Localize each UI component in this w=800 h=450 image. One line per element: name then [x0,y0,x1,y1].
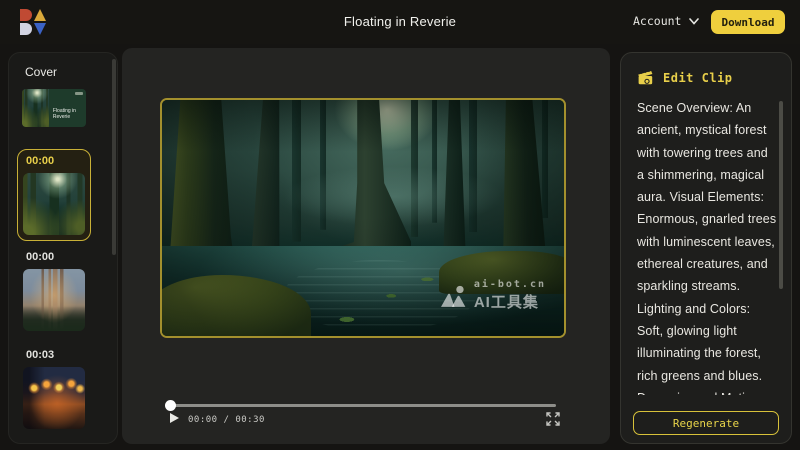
watermark-logo-icon [441,285,467,307]
play-icon [170,413,179,423]
clip-thumbnail-market [23,367,85,429]
clip-timestamp: 00:00 [26,155,86,167]
clip-thumbnail-castle [23,269,85,331]
watermark-line1: ai-bot.cn [474,279,546,290]
clip-timestamp: 00:03 [26,349,91,361]
cover-title-card: Floating in Reverie [49,89,86,127]
logo-shape-white [20,23,32,35]
scene-description[interactable]: Scene Overview: An ancient, mystical for… [637,97,777,395]
logo-shape-blue [34,23,46,35]
fullscreen-icon [545,411,561,427]
description-scrollbar[interactable] [779,101,783,289]
chevron-down-icon [689,18,699,25]
top-bar: Floating in Reverie Account Download [0,0,800,44]
watermark-line2: AI工具集 [474,291,546,312]
seek-track [166,404,556,407]
play-button[interactable] [170,413,182,425]
clip-timestamp: 00:00 [26,251,91,263]
video-preview[interactable]: ai-bot.cn AI工具集 [160,98,566,338]
logo-shape-yellow [34,9,46,21]
logo-shape-red [20,9,32,21]
cover-title-text: Floating in Reverie [53,108,83,120]
cover-thumbnail[interactable]: Floating in Reverie [22,89,86,127]
account-menu[interactable]: Account [633,14,699,28]
app-logo-icon[interactable] [20,9,46,35]
seek-bar[interactable] [166,400,556,410]
clip-sidebar: Cover Floating in Reverie 00:00 00:00 00… [8,52,118,444]
clip-item-1[interactable]: 00:00 [17,149,91,241]
watermark-text: ai-bot.cn AI工具集 [474,279,546,312]
regenerate-button[interactable]: Regenerate [633,411,779,435]
watermark: ai-bot.cn AI工具集 [441,279,546,312]
seek-handle[interactable] [165,400,176,411]
time-display: 00:00 / 00:30 [188,415,265,425]
sidebar-scrollbar[interactable] [112,59,116,255]
edit-clip-panel: Edit Clip Scene Overview: An ancient, my… [620,52,792,444]
app-root: Floating in Reverie Account Download Cov… [0,0,800,450]
edit-clip-title: Edit Clip [663,71,733,85]
cover-image [22,89,49,127]
fullscreen-button[interactable] [545,411,561,427]
download-button[interactable]: Download [711,10,785,34]
cover-label: Cover [25,65,57,79]
clip-item-2[interactable]: 00:00 [17,251,91,331]
clip-item-3[interactable]: 00:03 [17,349,91,429]
edit-clip-header: Edit Clip [637,70,733,85]
account-label: Account [633,14,681,28]
clapperboard-icon [637,70,654,85]
clip-thumbnail-forest [23,173,85,235]
cover-logo-mark [75,92,83,95]
